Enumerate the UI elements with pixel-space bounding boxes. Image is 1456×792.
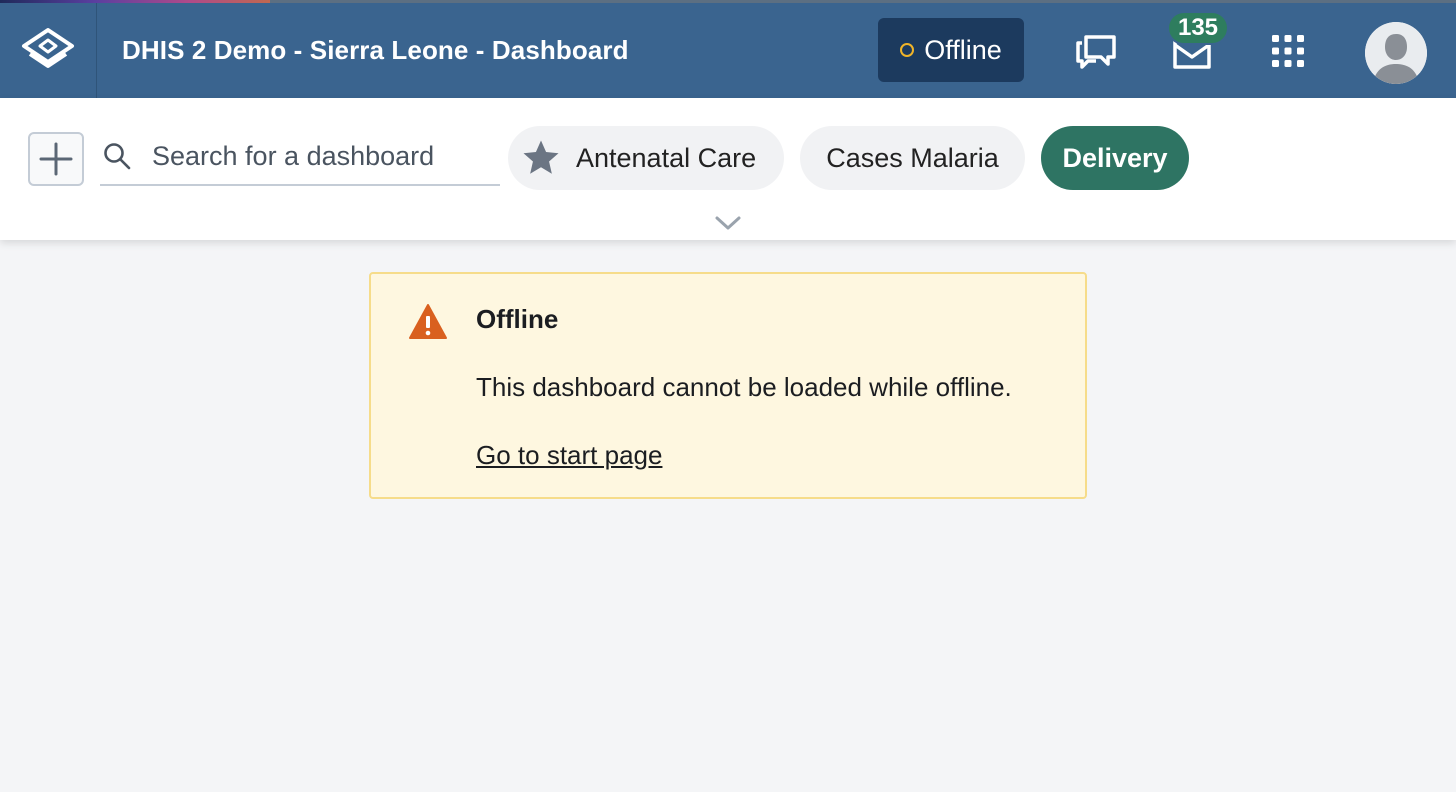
add-dashboard-button[interactable] — [28, 132, 84, 186]
dhis2-logo-icon — [22, 27, 74, 68]
user-profile-button[interactable] — [1365, 22, 1427, 84]
apps-menu-button[interactable] — [1260, 23, 1316, 79]
expand-dashboard-bar-button[interactable] — [712, 212, 744, 234]
offline-status-dot — [900, 43, 915, 57]
offline-status-badge[interactable]: Offline — [878, 18, 1024, 82]
app-title: DHIS 2 Demo - Sierra Leone - Dashboard — [122, 35, 629, 65]
warning-icon — [409, 304, 447, 339]
search-icon — [102, 141, 132, 171]
notice-title: Offline — [476, 304, 559, 334]
offline-status-label: Offline — [924, 34, 1002, 65]
interpretations-icon — [1076, 35, 1116, 69]
offline-notice: Offline This dashboard cannot be loaded … — [369, 272, 1087, 499]
chip-cases-malaria[interactable]: Cases Malaria — [800, 126, 1025, 190]
chip-label: Cases Malaria — [826, 142, 999, 173]
chip-antenatal-care[interactable]: Antenatal Care — [508, 126, 784, 190]
header-bar: DHIS 2 Demo - Sierra Leone - Dashboard O… — [0, 0, 1456, 98]
chip-label: Delivery — [1062, 142, 1168, 173]
plus-icon — [39, 142, 73, 176]
search-input[interactable] — [152, 140, 492, 172]
chevron-down-icon — [715, 216, 741, 230]
chip-label: Antenatal Care — [576, 142, 757, 173]
message-count-badge: 135 — [1167, 11, 1229, 45]
dhis2-logo[interactable] — [0, 3, 97, 98]
apps-grid-icon — [1272, 35, 1304, 67]
notice-message: This dashboard cannot be loaded while of… — [476, 372, 1012, 402]
user-avatar-icon — [1365, 22, 1427, 84]
dashboard-search — [100, 128, 500, 186]
go-to-start-page-link[interactable]: Go to start page — [476, 440, 662, 471]
header-accent-stripe — [0, 0, 270, 3]
dashboard-control-bar: Antenatal Care Cases Malaria Delivery — [0, 98, 1456, 240]
chip-delivery[interactable]: Delivery — [1041, 126, 1189, 190]
interpretations-button[interactable] — [1068, 23, 1124, 79]
star-icon — [523, 140, 559, 174]
